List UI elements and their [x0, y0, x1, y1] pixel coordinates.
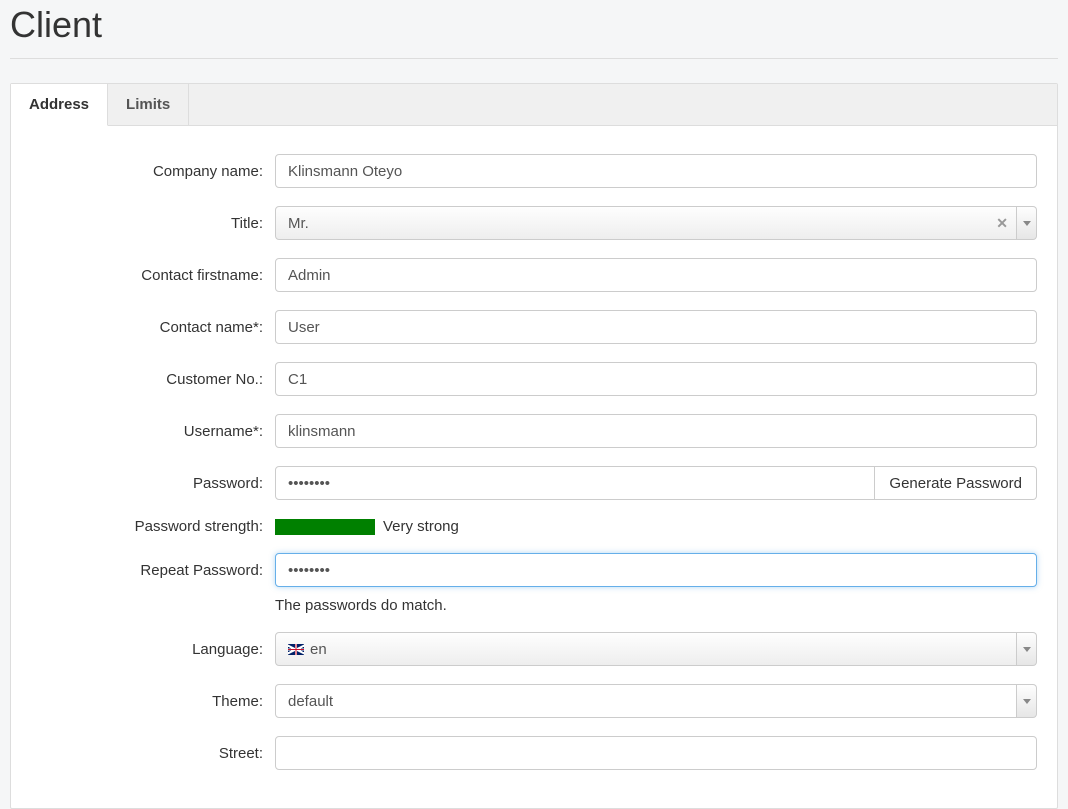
tabs-container: Address Limits Company name: Title: Mr. [10, 83, 1058, 809]
repeat-password-input[interactable] [275, 553, 1037, 587]
company-name-input[interactable] [275, 154, 1037, 188]
chevron-down-icon[interactable] [1017, 206, 1037, 240]
customer-no-label: Customer No.: [21, 371, 275, 388]
username-input[interactable] [275, 414, 1037, 448]
title-select-value: Mr. [288, 215, 309, 232]
password-input[interactable] [275, 466, 875, 500]
divider [10, 58, 1058, 59]
street-label: Street: [21, 745, 275, 762]
customer-no-input[interactable] [275, 362, 1037, 396]
theme-select-value: default [288, 693, 333, 710]
contact-name-label: Contact name*: [21, 319, 275, 336]
language-label: Language: [21, 641, 275, 658]
username-label: Username*: [21, 423, 275, 440]
tabs: Address Limits [11, 84, 1057, 126]
chevron-down-icon[interactable] [1017, 684, 1037, 718]
tab-limits[interactable]: Limits [108, 84, 189, 125]
street-input[interactable] [275, 736, 1037, 770]
password-strength-label: Password strength: [21, 518, 275, 535]
password-strength-bar [275, 519, 375, 535]
page-title: Client [10, 0, 1058, 58]
close-icon[interactable]: ✕ [996, 215, 1008, 232]
theme-select[interactable]: default [275, 684, 1037, 718]
title-label: Title: [21, 215, 275, 232]
tab-content-address: Company name: Title: Mr. ✕ [11, 126, 1057, 808]
contact-firstname-label: Contact firstname: [21, 267, 275, 284]
chevron-down-icon[interactable] [1017, 632, 1037, 666]
title-select[interactable]: Mr. ✕ [275, 206, 1037, 240]
language-select-value: en [310, 641, 327, 658]
flag-en-icon [288, 644, 304, 655]
password-strength-text: Very strong [383, 518, 459, 535]
tab-address[interactable]: Address [11, 84, 108, 126]
theme-label: Theme: [21, 693, 275, 710]
password-match-text: The passwords do match. [275, 597, 447, 614]
language-select[interactable]: en [275, 632, 1037, 666]
contact-firstname-input[interactable] [275, 258, 1037, 292]
generate-password-button[interactable]: Generate Password [875, 466, 1037, 500]
company-name-label: Company name: [21, 163, 275, 180]
contact-name-input[interactable] [275, 310, 1037, 344]
password-label: Password: [21, 475, 275, 492]
repeat-password-label: Repeat Password: [21, 562, 275, 579]
